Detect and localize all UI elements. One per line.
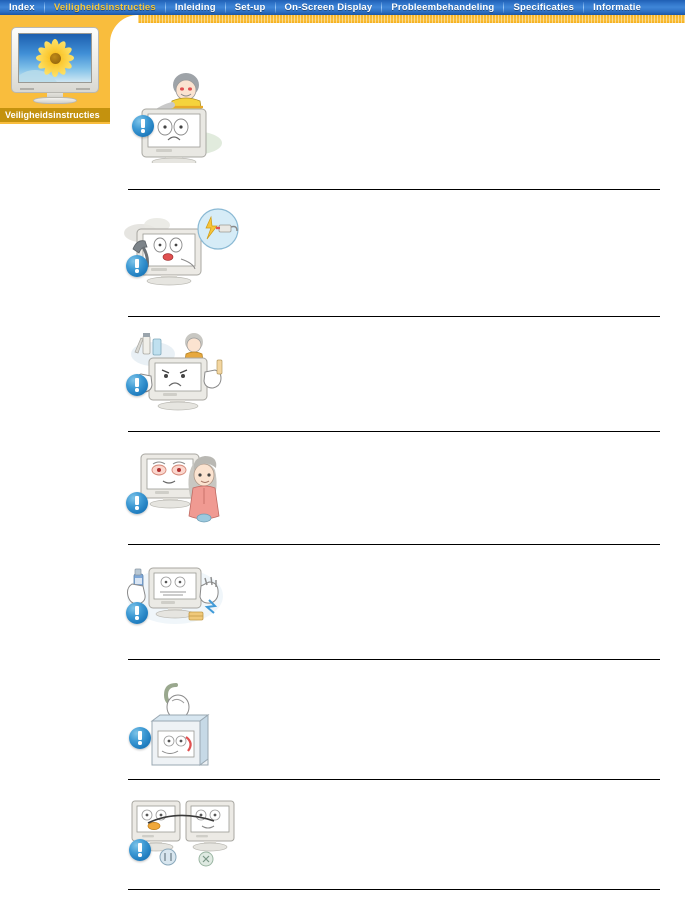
blue-exclamation-icon <box>129 839 151 861</box>
safety-section-text <box>228 661 685 667</box>
nav-tab-inleiding[interactable]: Inleiding <box>166 0 225 15</box>
illustration-wrapper <box>123 207 239 295</box>
safety-section <box>110 318 685 433</box>
safety-section-text <box>235 318 685 324</box>
blue-exclamation-icon <box>129 727 151 749</box>
safety-section-body <box>110 661 685 771</box>
safety-section-text <box>231 433 685 439</box>
nav-tab-veiligheidsinstructies[interactable]: Veiligheidsinstructies <box>45 0 165 15</box>
illustration-wrapper <box>123 330 235 414</box>
section-divider <box>128 189 660 190</box>
section-divider <box>128 544 660 545</box>
monitor-spray-hand-warning-illustration <box>123 562 227 634</box>
blue-exclamation-icon <box>126 255 148 277</box>
safety-section <box>110 661 685 781</box>
sunflower-icon <box>36 39 74 77</box>
blue-exclamation-icon <box>126 602 148 624</box>
safety-section-body <box>110 318 685 414</box>
top-navigation-bar: Index Veiligheidsinstructies Inleiding S… <box>0 0 685 15</box>
nav-tab-specificaties[interactable]: Specificaties <box>504 0 583 15</box>
safety-section <box>110 433 685 546</box>
monitor-person-behind-warning-illustration <box>128 63 238 163</box>
nav-tab-set-up[interactable]: Set-up <box>226 0 275 15</box>
sidebar-section-label: Veiligheidsinstructies <box>0 108 110 122</box>
safety-section-body <box>110 433 685 526</box>
sunflower-core <box>49 52 61 64</box>
safety-section <box>110 23 685 191</box>
section-divider <box>128 889 660 890</box>
safety-section-text <box>238 781 685 787</box>
safety-section-body <box>110 191 685 295</box>
monitor-comparison-pair-warning-illustration <box>128 795 238 873</box>
blue-exclamation-icon <box>126 374 148 396</box>
monitor-lifting-box-warning-illustration <box>128 677 228 771</box>
safety-section <box>110 546 685 661</box>
monitor-tired-eyes-woman-warning-illustration <box>123 450 231 526</box>
sidebar-rounded-corner <box>110 15 138 43</box>
illustration-wrapper <box>123 450 231 526</box>
monitor-stand-base <box>33 97 77 104</box>
section-divider <box>128 316 660 317</box>
nav-tab-informatie[interactable]: Informatie <box>584 0 650 15</box>
blue-exclamation-icon <box>126 492 148 514</box>
blue-exclamation-icon <box>132 115 154 137</box>
nav-tab-index[interactable]: Index <box>0 0 44 15</box>
monitor-sunflower-thumbnail <box>11 27 99 104</box>
monitor-phone-lightning-warning-illustration <box>123 207 239 295</box>
safety-section-text <box>239 191 685 197</box>
illustration-wrapper <box>128 795 238 873</box>
monitor-cleaning-chemicals-warning-illustration <box>123 330 235 414</box>
monitor-bezel <box>11 27 99 93</box>
section-divider <box>128 431 660 432</box>
safety-section-text <box>238 23 685 29</box>
main-content-area <box>110 23 685 914</box>
safety-section <box>110 781 685 891</box>
nav-tab-probleembehandeling[interactable]: Probleembehandeling <box>382 0 503 15</box>
nav-tab-on-screen-display[interactable]: On-Screen Display <box>276 0 382 15</box>
safety-section-body <box>110 546 685 634</box>
illustration-wrapper <box>128 63 238 163</box>
safety-section-body <box>110 23 685 163</box>
section-divider <box>128 779 660 780</box>
monitor-brand-mark <box>76 88 90 90</box>
safety-section-body <box>110 781 685 873</box>
sidebar-section-label-text: Veiligheidsinstructies <box>5 110 100 120</box>
illustration-wrapper <box>128 677 228 771</box>
section-divider <box>128 659 660 660</box>
safety-section-text <box>227 546 685 552</box>
sidebar-panel: Veiligheidsinstructies <box>0 15 110 124</box>
monitor-brand-mark <box>20 88 34 90</box>
monitor-screen <box>18 33 92 83</box>
illustration-wrapper <box>123 562 227 634</box>
safety-section <box>110 191 685 318</box>
